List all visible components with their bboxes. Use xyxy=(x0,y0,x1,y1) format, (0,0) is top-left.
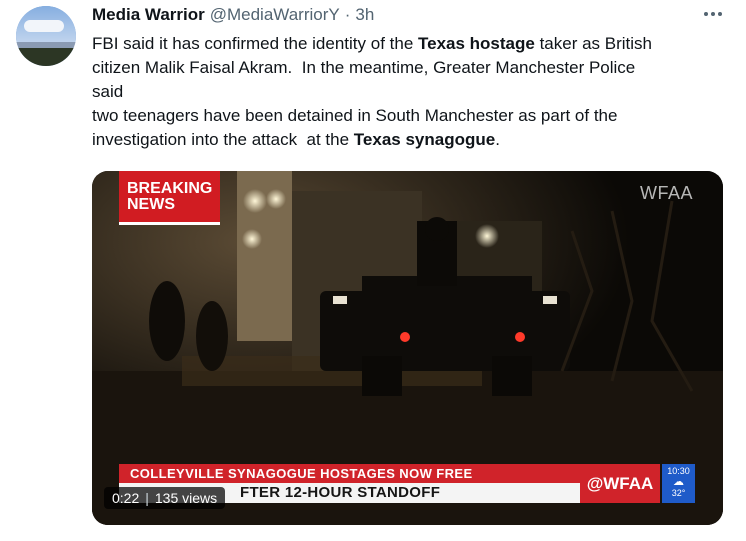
weather-box: 10:30 ☁ 32° xyxy=(662,464,695,503)
video-view-count: 135 views xyxy=(154,490,218,506)
weather-time: 10:30 xyxy=(667,466,690,476)
more-horizontal-icon[interactable] xyxy=(699,6,727,22)
breaking-line-2: NEWS xyxy=(127,195,175,213)
tweet-line-4: two teenagers have been detained in Sout… xyxy=(92,106,618,125)
breaking-line-1: BREAKING xyxy=(127,179,213,197)
hashtag-link-texas-hostage[interactable]: Texas hostage xyxy=(418,34,535,53)
weather-cloud-icon: ☁ xyxy=(673,476,684,488)
hashtag-link-texas-synagogue[interactable]: Texas synagogue xyxy=(354,130,495,149)
avatar-cloud xyxy=(24,20,64,32)
author-display-name[interactable]: Media Warrior xyxy=(92,5,205,25)
breaking-news-banner: BREAKING NEWS xyxy=(119,171,220,225)
tweet-line-1: FBI said it has confirmed the identity o… xyxy=(92,34,652,53)
header-separator: · xyxy=(344,5,351,24)
tweet-text: FBI said it has confirmed the identity o… xyxy=(92,32,732,152)
author-handle[interactable]: @MediaWarriorY xyxy=(210,5,340,25)
tweet-header: Media Warrior @MediaWarriorY · 3h xyxy=(92,4,374,26)
chip-divider: | xyxy=(145,490,149,506)
station-watermark: WFAA xyxy=(639,183,693,203)
tweet-timestamp[interactable]: 3h xyxy=(355,5,374,25)
video-time-views-chip: 0:22 | 135 views xyxy=(104,487,226,509)
ticker-headline: COLLEYVILLE SYNAGOGUE HOSTAGES NOW FREE xyxy=(119,464,580,483)
weather-temp: 32° xyxy=(671,488,686,498)
video-player[interactable]: BREAKING NEWS WFAA COLLEYVILLE SYNAGOGUE… xyxy=(92,171,723,525)
profile-avatar[interactable] xyxy=(16,6,76,66)
tweet-card[interactable]: Media Warrior @MediaWarriorY · 3h FBI sa… xyxy=(0,0,746,541)
tweet-line-2: citizen Malik Faisal Akram. In the meant… xyxy=(92,58,636,77)
tweet-line-3: said xyxy=(92,82,124,101)
tweet-line-5: investigation into the attack at the Tex… xyxy=(92,130,500,149)
avatar-ground xyxy=(16,48,76,66)
video-current-time: 0:22 xyxy=(112,490,140,506)
station-logo: @WFAA xyxy=(580,464,660,503)
